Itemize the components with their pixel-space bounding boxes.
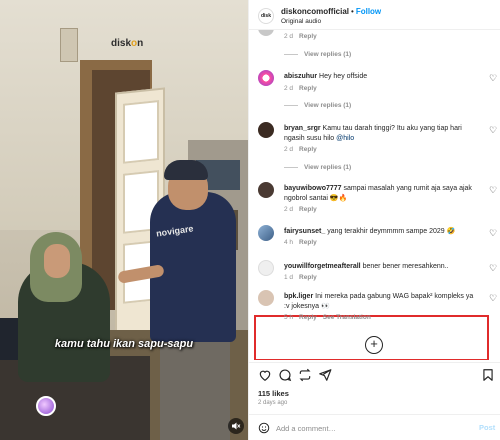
comment-text: bryan_srgr Kamu tau darah tinggi? Itu ak… xyxy=(284,124,479,143)
reply-button[interactable]: Reply xyxy=(299,146,317,153)
follow-button[interactable]: Follow xyxy=(356,7,381,16)
audio-label[interactable]: Original audio xyxy=(281,18,321,25)
comment-age: 2 d xyxy=(284,206,294,213)
add-comment-bar: Post xyxy=(249,414,500,440)
comment-username[interactable]: bpk.liger xyxy=(284,293,313,300)
like-comment-heart-icon[interactable]: ♡ xyxy=(489,73,497,84)
comment-body: Hey hey offside xyxy=(319,73,368,80)
view-replies-line xyxy=(284,104,298,106)
like-comment-heart-icon[interactable]: ♡ xyxy=(489,228,497,239)
view-replies-button[interactable]: View replies (1) xyxy=(284,164,351,171)
video-watermark: diskon xyxy=(111,38,143,49)
comment-meta: 2 d Reply xyxy=(284,146,317,153)
comment-meta: 1 d Reply xyxy=(284,274,317,281)
comment-avatar[interactable] xyxy=(258,225,274,241)
view-replies-button[interactable]: View replies (1) xyxy=(284,51,351,58)
comment-mention[interactable]: @hilo xyxy=(336,135,354,142)
post-age: 2 days ago xyxy=(258,400,288,406)
comments-list[interactable]: 2 d Reply View replies (1) abiszuhur Hey … xyxy=(249,30,500,360)
post-header: disk diskoncomofficial • Follow Original a… xyxy=(249,0,500,30)
comment-body: Ini mereka pada gabung WAG bapak² komple… xyxy=(284,293,474,310)
author-line: diskoncomofficial • Follow xyxy=(281,7,381,16)
comment-meta: 2 d Reply xyxy=(284,206,317,213)
view-replies-line xyxy=(284,53,298,55)
likes-count[interactable]: 115 likes xyxy=(258,389,289,398)
see-translation-button[interactable]: See Translation xyxy=(323,314,371,321)
separator-dot: • xyxy=(351,7,354,16)
comment-avatar[interactable] xyxy=(258,122,274,138)
comment-age: 2 d xyxy=(284,85,294,92)
comment-meta: 2 d Reply xyxy=(284,85,317,92)
load-more-comments-plus-icon[interactable]: + xyxy=(365,336,383,354)
comment-meta: 2 d Reply xyxy=(284,33,317,40)
video-man-legs xyxy=(160,340,230,440)
comment-icon[interactable] xyxy=(278,368,292,382)
author-username[interactable]: diskoncomofficial xyxy=(281,7,349,16)
comment-text: youwillforgetmeafterall bener bener mere… xyxy=(284,262,479,272)
comment-avatar[interactable] xyxy=(258,30,274,36)
comment-age: 2 d xyxy=(284,146,294,153)
comment-age: 1 d xyxy=(284,274,294,281)
comment-text: abiszuhur Hey hey offside xyxy=(284,72,479,82)
comment-input[interactable] xyxy=(276,421,446,435)
like-comment-heart-icon[interactable]: ♡ xyxy=(489,263,497,274)
reply-button[interactable]: Reply xyxy=(299,33,317,40)
comment-body: yang terakhir deymmmm sampe 2029 🤣 xyxy=(327,228,456,235)
emoji-icon[interactable] xyxy=(258,422,270,434)
comment-username[interactable]: bayuwibowo7777 xyxy=(284,185,342,192)
comment-text: fairysunset_ yang terakhir deymmmm sampe… xyxy=(284,227,479,237)
comment-avatar[interactable] xyxy=(258,290,274,306)
comment-text: bpk.liger Ini mereka pada gabung WAG bap… xyxy=(284,292,479,311)
reply-button[interactable]: Reply xyxy=(299,206,317,213)
repost-icon[interactable] xyxy=(298,368,312,382)
view-replies-label: View replies (1) xyxy=(304,102,352,109)
mute-button[interactable] xyxy=(228,418,244,434)
heart-icon[interactable] xyxy=(258,368,272,382)
reply-button[interactable]: Reply xyxy=(299,274,317,281)
comment-text: bayuwibowo7777 sampai masalah yang rumit… xyxy=(284,184,479,203)
action-bar xyxy=(249,362,500,386)
comment-username[interactable]: youwillforgetmeafterall xyxy=(284,263,361,270)
comment-avatar[interactable] xyxy=(258,260,274,276)
watermark-text: disk xyxy=(111,38,132,49)
comments-panel: disk diskoncomofficial • Follow Original a… xyxy=(248,0,500,440)
comment-username[interactable]: fairysunset_ xyxy=(284,228,325,235)
comment-avatar[interactable] xyxy=(258,182,274,198)
comment-avatar[interactable] xyxy=(258,70,274,86)
bookmark-icon[interactable] xyxy=(481,368,495,382)
comment-username[interactable]: abiszuhur xyxy=(284,73,317,80)
reply-button[interactable]: Reply xyxy=(299,239,317,246)
post-button[interactable]: Post xyxy=(479,423,495,432)
video-man-cap xyxy=(164,160,208,180)
comment-meta: 5 h Reply See Translation xyxy=(284,314,371,321)
comment-age: 4 h xyxy=(284,239,294,246)
video-woman-face xyxy=(44,244,70,278)
like-comment-heart-icon[interactable]: ♡ xyxy=(489,185,497,196)
comment-body: bener bener meresahkenn.. xyxy=(362,263,449,270)
reply-button[interactable]: Reply xyxy=(299,85,317,92)
watermark-text: n xyxy=(137,38,144,49)
reply-button[interactable]: Reply xyxy=(299,314,317,321)
view-replies-label: View replies (1) xyxy=(304,164,352,171)
comment-meta: 4 h Reply xyxy=(284,239,317,246)
door-panel xyxy=(123,100,159,164)
comment-age: 2 d xyxy=(284,33,294,40)
comment-age: 5 h xyxy=(284,314,294,321)
speaker-muted-icon xyxy=(232,422,241,430)
comment-username[interactable]: bryan_srgr xyxy=(284,125,321,132)
view-replies-label: View replies (1) xyxy=(304,51,352,58)
video-subtitle: kamu tahu ikan sapu-sapu xyxy=(54,338,194,350)
audio-avatar[interactable] xyxy=(36,396,56,416)
view-replies-line xyxy=(284,166,298,168)
video-wall-fixture xyxy=(60,28,78,62)
like-comment-heart-icon[interactable]: ♡ xyxy=(489,125,497,136)
author-avatar[interactable]: disk xyxy=(258,8,274,24)
view-replies-button[interactable]: View replies (1) xyxy=(284,102,351,109)
reel-video[interactable]: novigare diskon kamu tahu ikan sapu-sapu xyxy=(0,0,248,440)
like-comment-heart-icon[interactable]: ♡ xyxy=(489,293,497,304)
share-icon[interactable] xyxy=(318,368,332,382)
